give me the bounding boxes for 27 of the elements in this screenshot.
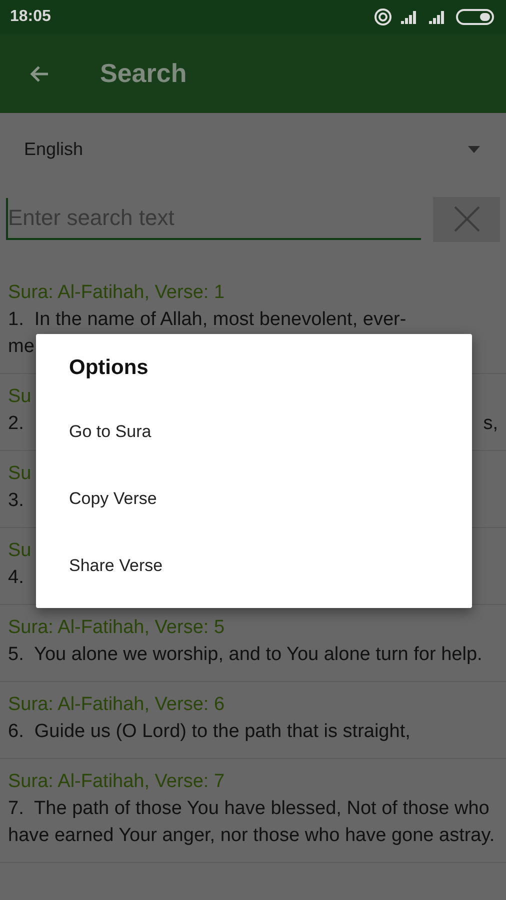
verse-text: 4. xyxy=(8,566,24,590)
verse-text: 6. Guide us (O Lord) to the path that is straight, xyxy=(8,720,412,744)
verse-heading: Sura: Al-Fatihah, Verse: 1 xyxy=(8,281,225,305)
battery-icon xyxy=(456,8,496,26)
verse-heading: Su xyxy=(8,385,32,409)
hotspot-icon xyxy=(374,8,392,26)
verse-text: 2. xyxy=(8,412,24,436)
close-icon xyxy=(452,205,480,233)
verse-text: 3. xyxy=(8,489,24,513)
verse-text: 1. In the name of Allah, most benevolent, ever- xyxy=(8,308,406,332)
verse-text: s, xyxy=(483,412,498,436)
toolbar-title: Search xyxy=(100,58,187,89)
dropdown-caret-icon[interactable] xyxy=(468,146,480,152)
menu-item[interactable]: Copy Verse xyxy=(36,465,472,532)
clear-button[interactable] xyxy=(433,196,500,242)
verse-heading: Su xyxy=(8,539,32,563)
status-time: 18:05 xyxy=(10,8,51,26)
verse-text: me xyxy=(8,335,34,359)
menu-item[interactable]: Go to Sura xyxy=(36,398,472,465)
verse-heading: Sura: Al-Fatihah, Verse: 6 xyxy=(8,693,225,717)
verse-heading: Su xyxy=(8,462,32,486)
verse-heading: Sura: Al-Fatihah, Verse: 5 xyxy=(8,616,225,640)
verse-text: 7. The path of those You have blessed, Not of those who have earned Your anger, nor those who have gone astray. xyxy=(8,797,496,848)
verse-heading: Sura: Al-Fatihah, Verse: 7 xyxy=(8,770,225,794)
verse-text: 5. You alone we worship, and to You alone turn for help. xyxy=(8,643,484,667)
menu-item[interactable]: Share Verse xyxy=(36,532,472,599)
dialog-title: Options xyxy=(68,355,150,381)
